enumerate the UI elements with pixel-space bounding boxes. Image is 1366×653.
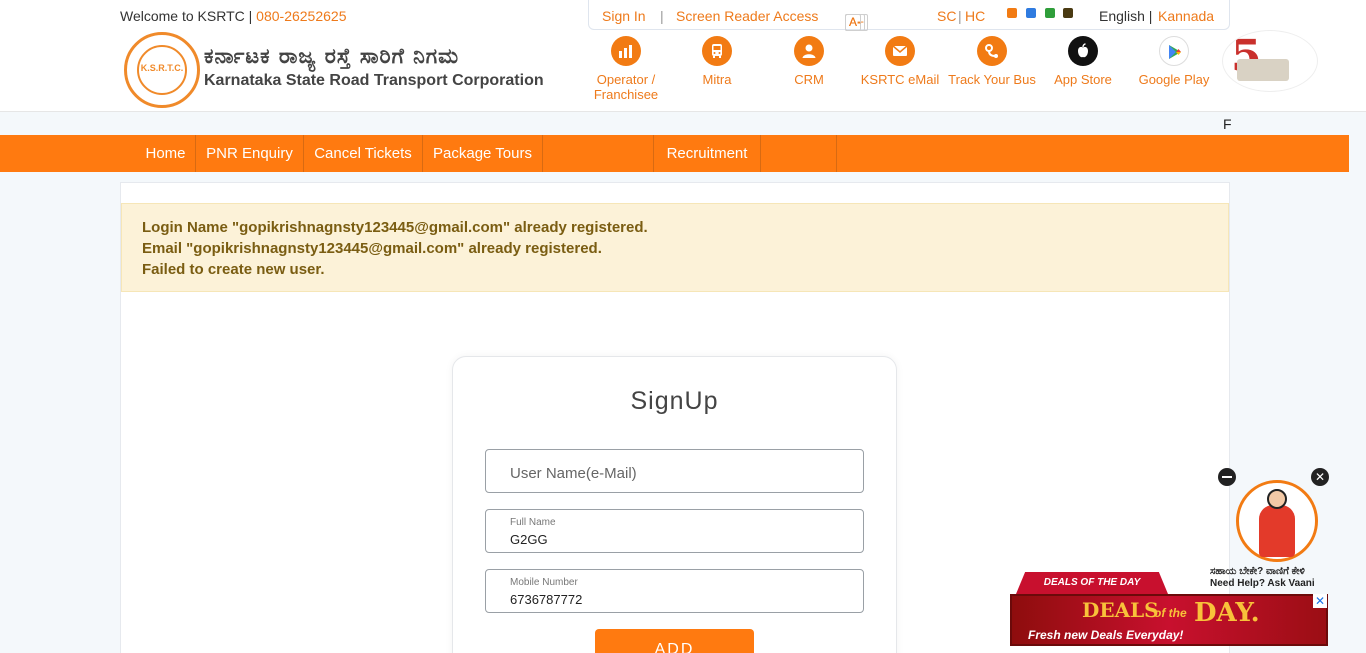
bus-illustration-icon: [1237, 59, 1289, 81]
track-icon: [977, 36, 1007, 66]
ad-day-text: DAY.: [1194, 598, 1260, 628]
fullname-label: Full Name: [510, 517, 556, 528]
site-header: Welcome to KSRTC | 080-26252625 Sign In …: [0, 0, 1366, 112]
minimize-icon[interactable]: [1218, 468, 1236, 486]
theme-blue-swatch[interactable]: [1026, 8, 1036, 18]
nav-recruitment[interactable]: Recruitment: [654, 135, 761, 172]
quick-link-label: App Store: [1054, 72, 1112, 87]
vaani-kannada-text: ಸಹಾಯ ಬೇಕೇ? ವಾಣಿಗೆ ಕೇಳಿ: [1210, 566, 1305, 577]
mobile-field[interactable]: Mobile Number 6736787772: [485, 569, 864, 613]
mail-icon: [885, 36, 915, 66]
nav-cancel-tickets[interactable]: Cancel Tickets: [304, 135, 423, 172]
error-alert: Login Name "gopikrishnagnsty123445@gmail…: [121, 203, 1229, 292]
sign-in-link[interactable]: Sign In: [602, 8, 646, 24]
welcome-bar: Welcome to KSRTC | 080-26252625: [120, 8, 346, 24]
signup-card: SignUp User Name(e-Mail) Full Name G2GG …: [452, 356, 897, 653]
quick-link-email[interactable]: KSRTC eMail: [854, 36, 946, 87]
nav-blank-item[interactable]: [761, 135, 837, 172]
util-separator: |: [660, 8, 664, 24]
quick-link-label: Mitra: [702, 72, 732, 87]
quick-link-operator[interactable]: Operator / Franchisee: [580, 36, 672, 102]
font-decrease-button[interactable]: A-: [845, 14, 865, 31]
marquee-text: F: [1223, 116, 1232, 132]
golden-jubilee-logo: 5: [1222, 30, 1318, 92]
quick-link-label: CRM: [794, 72, 824, 87]
theme-green-swatch[interactable]: [1045, 8, 1055, 18]
nav-blank-item[interactable]: [543, 135, 654, 172]
bus-icon: [702, 36, 732, 66]
ad-close-icon[interactable]: ✕: [1313, 594, 1327, 608]
vaani-assistant-widget[interactable]: ✕ ಸಹಾಯ ಬೇಕೇ? ವಾಣಿಗೆ ಕೇಳಿ Need Help? Ask …: [1206, 464, 1332, 590]
quick-link-mitra[interactable]: Mitra: [671, 36, 763, 87]
username-placeholder: User Name(e-Mail): [510, 465, 637, 482]
ad-of-text: of the: [1154, 606, 1187, 620]
signup-title: SignUp: [630, 387, 719, 415]
utility-bar: Sign In | Screen Reader Access A+ A A- S…: [588, 0, 1230, 31]
add-button[interactable]: ADD: [595, 629, 754, 653]
ad-deals-text: DEALS: [1082, 598, 1159, 622]
alert-line: Email "gopikrishnagnsty123445@gmail.com"…: [142, 240, 602, 257]
apple-icon: [1068, 36, 1098, 66]
nav-home[interactable]: Home: [136, 135, 196, 172]
ksrtc-emblem-icon: K.S.R.T.C.: [124, 32, 200, 108]
quick-link-label: Operator / Franchisee: [593, 72, 659, 102]
welcome-text: Welcome to KSRTC |: [120, 8, 253, 24]
fullname-value: G2GG: [510, 532, 548, 547]
operator-icon: [611, 36, 641, 66]
mobile-value: 6736787772: [510, 592, 583, 607]
deals-ad-banner[interactable]: DEALS of the DAY. Fresh new Deals Everyd…: [1010, 594, 1328, 646]
vaani-avatar-icon[interactable]: [1236, 480, 1318, 562]
quick-link-google-play[interactable]: Google Play: [1128, 36, 1220, 87]
helpline-phone[interactable]: 080-26252625: [256, 8, 346, 24]
quick-link-label: Track Your Bus: [948, 72, 1036, 87]
emblem-text: K.S.R.T.C.: [140, 63, 184, 73]
alert-line: Failed to create new user.: [142, 261, 325, 278]
screen-reader-link[interactable]: Screen Reader Access: [676, 8, 818, 24]
util-separator: |: [958, 8, 962, 24]
theme-orange-swatch[interactable]: [1007, 8, 1017, 18]
nav-package-tours[interactable]: Package Tours: [423, 135, 543, 172]
alert-line: Login Name "gopikrishnagnsty123445@gmail…: [142, 219, 648, 236]
google-play-icon: [1159, 36, 1189, 66]
username-field[interactable]: User Name(e-Mail): [485, 449, 864, 493]
quick-link-track-bus[interactable]: Track Your Bus: [946, 36, 1038, 87]
nav-pnr-enquiry[interactable]: PNR Enquiry: [196, 135, 304, 172]
theme-brown-swatch[interactable]: [1063, 8, 1073, 18]
quick-link-crm[interactable]: CRM: [763, 36, 855, 87]
quick-link-label: KSRTC eMail: [860, 72, 940, 87]
sc-link[interactable]: SC: [937, 8, 956, 24]
quick-link-app-store[interactable]: App Store: [1037, 36, 1129, 87]
ad-ribbon[interactable]: DEALS OF THE DAY: [1016, 572, 1168, 594]
close-icon[interactable]: ✕: [1311, 468, 1329, 486]
logo-title-english: Karnataka State Road Transport Corporati…: [204, 72, 544, 89]
vaani-english-text: Need Help? Ask Vaani: [1210, 578, 1315, 589]
news-marquee: F: [0, 112, 1366, 135]
lang-english-link[interactable]: English |: [1099, 8, 1152, 24]
mobile-label: Mobile Number: [510, 577, 578, 588]
user-icon: [794, 36, 824, 66]
ksrtc-logo[interactable]: K.S.R.T.C. ಕರ್ನಾಟಕ ರಾಜ್ಯ ರಸ್ತೆ ಸಾರಿಗೆ ನಿ…: [124, 32, 544, 108]
fullname-field[interactable]: Full Name G2GG: [485, 509, 864, 553]
main-nav: Home PNR Enquiry Cancel Tickets Package …: [0, 135, 1349, 172]
hc-link[interactable]: HC: [965, 8, 985, 24]
logo-title-kannada: ಕರ್ನಾಟಕ ರಾಜ್ಯ ರಸ್ತೆ ಸಾರಿಗೆ ನಿಗಮ: [204, 44, 460, 68]
lang-kannada-link[interactable]: Kannada: [1158, 8, 1214, 24]
ad-tagline: Fresh new Deals Everyday!: [1028, 628, 1184, 642]
quick-link-label: Google Play: [1138, 72, 1210, 87]
